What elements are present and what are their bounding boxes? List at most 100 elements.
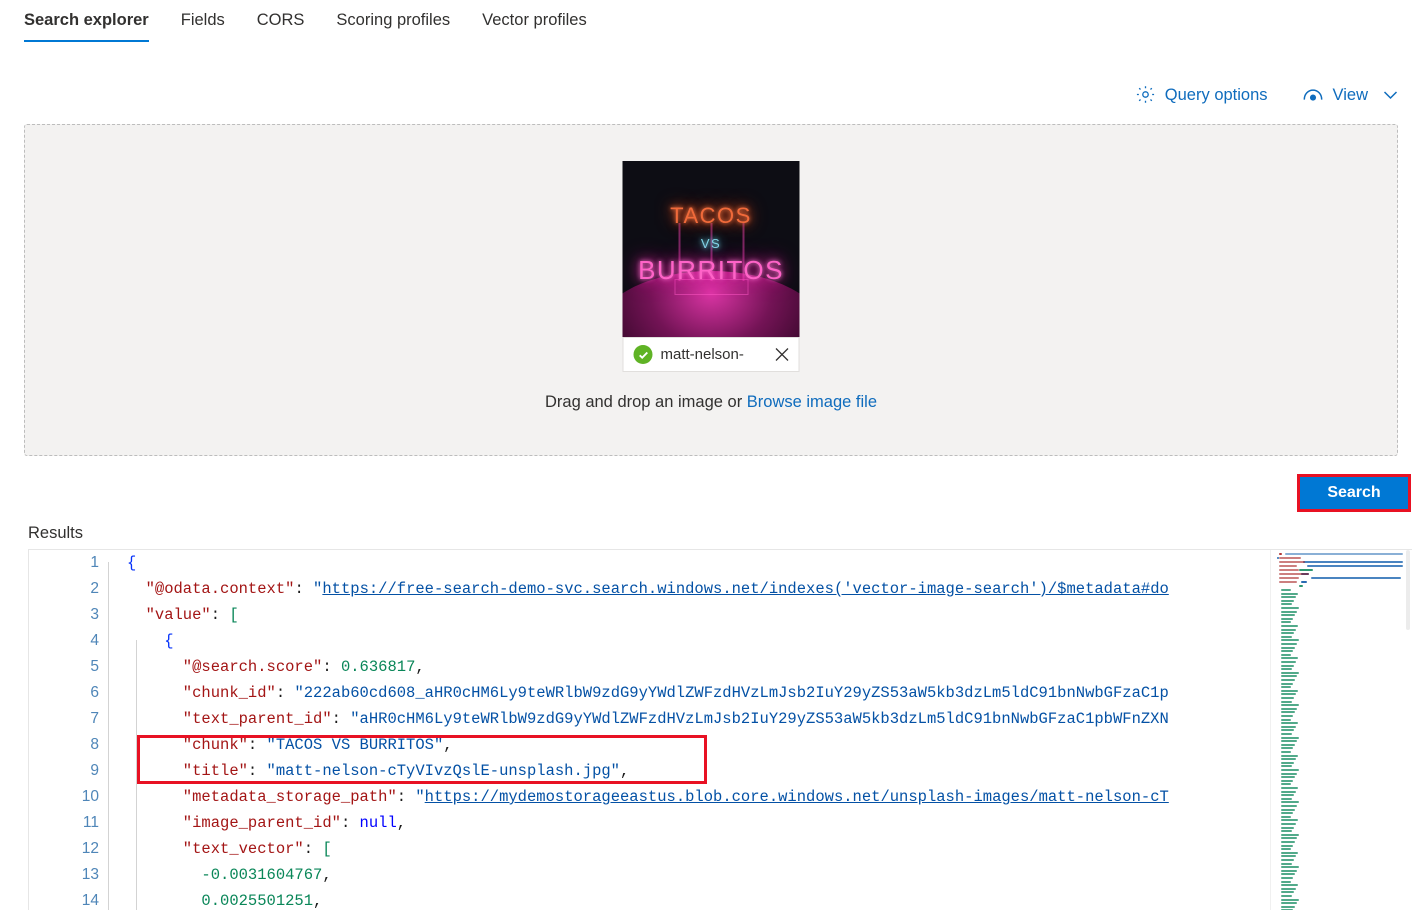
minimap-line — [1281, 783, 1291, 786]
minimap-line — [1281, 826, 1294, 829]
thumbnail-text-line2: VS — [700, 236, 722, 251]
minimap-line — [1279, 557, 1301, 559]
minimap-line — [1281, 621, 1291, 624]
line-number: 4 — [90, 632, 99, 649]
minimap-line — [1281, 866, 1299, 869]
minimap-line — [1281, 794, 1294, 797]
minimap-line — [1311, 577, 1401, 579]
minimap-line — [1281, 592, 1298, 595]
indent-guide — [108, 562, 109, 910]
minimap-line — [1281, 589, 1291, 591]
line-content: "chunk_id": "222ab60cd608_aHR0cHM6Ly9teW… — [127, 684, 1169, 702]
scrollbar-thumb[interactable] — [1406, 550, 1410, 630]
minimap-line — [1281, 869, 1297, 872]
browse-image-file-link[interactable]: Browse image file — [747, 393, 877, 411]
minimap-line — [1281, 833, 1299, 836]
line-content: "@search.score": 0.636817, — [127, 658, 425, 676]
uploaded-image-card: TACOS VS BURRITOS matt-nelson- — [622, 161, 800, 372]
code-line[interactable]: 9 "title": "matt-nelson-cTyVIvzQslE-unsp… — [29, 758, 1271, 784]
minimap-line — [1281, 855, 1296, 858]
image-dropzone[interactable]: TACOS VS BURRITOS matt-nelson- Drag and … — [24, 124, 1398, 456]
code-line[interactable]: 1{ — [29, 550, 1271, 576]
line-content: { — [127, 554, 137, 572]
tab-search-explorer[interactable]: Search explorer — [24, 0, 149, 42]
minimap-line — [1281, 675, 1297, 678]
minimap-line — [1279, 581, 1297, 583]
minimap-line — [1307, 565, 1403, 567]
tab-vector-profiles[interactable]: Vector profiles — [482, 0, 587, 42]
tab-strip: Search explorer Fields CORS Scoring prof… — [0, 0, 1420, 54]
code-line[interactable]: 3 "value": [ — [29, 602, 1271, 628]
minimap-line — [1279, 569, 1299, 571]
line-content: "text_parent_id": "aHR0cHM6Ly9teWRlbW9zd… — [127, 710, 1169, 728]
minimap-line — [1281, 599, 1294, 602]
minimap-line — [1281, 837, 1297, 840]
code-line[interactable]: 10 "metadata_storage_path": "https://myd… — [29, 784, 1271, 810]
code-line[interactable]: 8 "chunk": "TACOS VS BURRITOS", — [29, 732, 1271, 758]
minimap-line — [1299, 585, 1303, 587]
minimap-line — [1281, 610, 1297, 613]
command-bar: Query options View — [1135, 84, 1398, 105]
minimap-line — [1281, 776, 1295, 779]
minimap-line — [1281, 711, 1295, 714]
minimap-line — [1281, 844, 1293, 847]
minimap-line — [1281, 707, 1297, 710]
code-line[interactable]: 4 { — [29, 628, 1271, 654]
dropzone-hint: Drag and drop an image or Browse image f… — [25, 393, 1397, 412]
results-json-editor[interactable]: 1{2 "@odata.context": "https://free-sear… — [28, 549, 1412, 910]
code-line[interactable]: 2 "@odata.context": "https://free-search… — [29, 576, 1271, 602]
minimap-line — [1281, 736, 1299, 739]
line-content: "value": [ — [127, 606, 239, 624]
minimap-line — [1281, 700, 1292, 703]
minimap-line — [1281, 887, 1296, 890]
minimap-line — [1279, 553, 1282, 555]
tab-scoring-profiles[interactable]: Scoring profiles — [336, 0, 450, 42]
minimap-line — [1281, 830, 1292, 833]
code-line[interactable]: 6 "chunk_id": "222ab60cd608_aHR0cHM6Ly9t… — [29, 680, 1271, 706]
code-line[interactable]: 12 "text_vector": [ — [29, 836, 1271, 862]
code-line[interactable]: 13 -0.0031604767, — [29, 862, 1271, 888]
minimap-line — [1281, 905, 1295, 908]
minimap-line — [1281, 819, 1298, 822]
minimap-line — [1281, 740, 1297, 743]
minimap-line — [1281, 607, 1299, 609]
minimap-line — [1281, 646, 1295, 649]
tab-cors[interactable]: CORS — [257, 0, 305, 42]
minimap-line — [1281, 902, 1297, 905]
minimap-line — [1281, 779, 1293, 782]
minimap-line — [1281, 661, 1296, 663]
minimap-line — [1281, 632, 1294, 635]
uploaded-file-chip: matt-nelson- — [622, 337, 800, 372]
code-minimap[interactable] — [1270, 550, 1412, 910]
minimap-line — [1281, 729, 1294, 732]
minimap-line — [1281, 884, 1298, 887]
minimap-line — [1281, 769, 1299, 771]
code-line[interactable]: 11 "image_parent_id": null, — [29, 810, 1271, 836]
code-lines[interactable]: 1{2 "@odata.context": "https://free-sear… — [29, 550, 1271, 910]
search-button[interactable]: Search — [1300, 477, 1408, 509]
minimap-line — [1281, 765, 1292, 768]
code-line[interactable]: 7 "text_parent_id": "aHR0cHM6Ly9teWRlbW9… — [29, 706, 1271, 732]
line-content: -0.0031604767, — [127, 866, 332, 884]
minimap-line — [1281, 805, 1297, 807]
dropzone-hint-text: Drag and drop an image or — [544, 393, 747, 411]
chevron-down-icon — [1383, 90, 1398, 100]
minimap-line — [1281, 643, 1297, 645]
code-line[interactable]: 14 0.0025501251, — [29, 888, 1271, 910]
minimap-line — [1281, 877, 1293, 879]
query-options-button[interactable]: Query options — [1135, 84, 1268, 105]
minimap-line — [1281, 715, 1293, 717]
line-content: 0.0025501251, — [127, 892, 323, 910]
thumbnail-text-line1: TACOS — [670, 203, 752, 228]
minimap-line — [1281, 880, 1291, 883]
minimap-line — [1281, 873, 1295, 876]
minimap-line — [1301, 581, 1307, 583]
view-button[interactable]: View — [1302, 85, 1398, 105]
close-icon[interactable] — [771, 344, 793, 366]
thumbnail-text-line3: BURRITOS — [638, 255, 784, 285]
minimap-line — [1279, 577, 1299, 579]
line-number: 10 — [81, 788, 99, 805]
minimap-line — [1281, 801, 1299, 804]
tab-fields[interactable]: Fields — [181, 0, 225, 42]
code-line[interactable]: 5 "@search.score": 0.636817, — [29, 654, 1271, 680]
